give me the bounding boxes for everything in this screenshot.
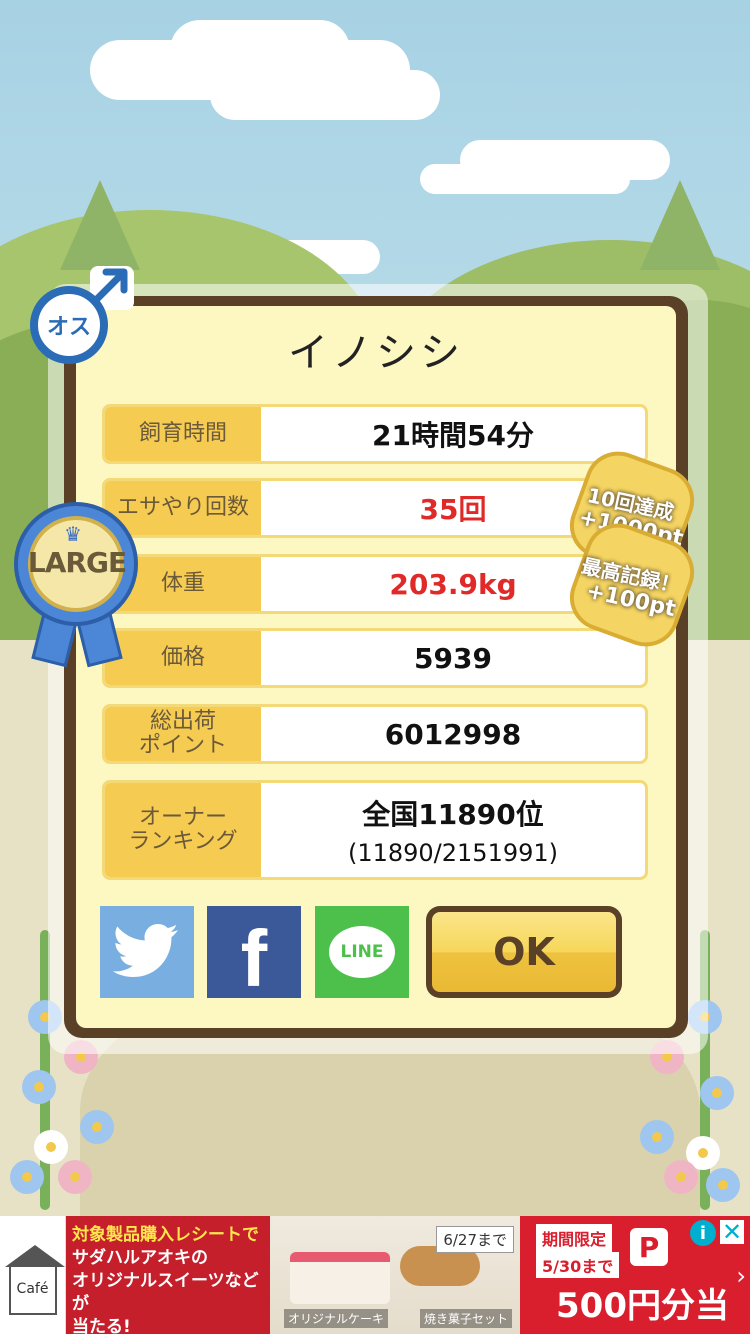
ad-product-photo: 6/27まで オリジナルケーキ 焼き菓子セット: [270, 1216, 520, 1334]
stat-row-total-points: 総出荷 ポイント 6012998: [102, 704, 648, 764]
flower: [22, 1070, 56, 1104]
cloud: [420, 164, 630, 194]
flower: [58, 1160, 92, 1194]
ad-limited-label: 期間限定: [536, 1224, 613, 1252]
flower: [10, 1160, 44, 1194]
twitter-bird-icon: [112, 924, 178, 977]
flower: [664, 1160, 698, 1194]
ad-deadline: 6/27まで: [436, 1226, 514, 1253]
size-badge-label: LARGE: [27, 546, 127, 579]
large-ribbon-badge: ♛ LARGE: [12, 498, 142, 668]
ad-date: 5/30まで: [536, 1252, 620, 1278]
ranking-text: 全国11890位: [362, 798, 544, 831]
ad-headline-line: オリジナルスイーツなどが: [72, 1270, 259, 1314]
facebook-share-button[interactable]: f: [207, 906, 301, 1003]
flower: [700, 1076, 734, 1110]
stat-row-breeding-time: 飼育時間 21時間54分: [102, 404, 648, 464]
stat-label: オーナー ランキング: [105, 783, 261, 877]
ad-brand-logo: Café: [0, 1216, 66, 1334]
flower: [80, 1110, 114, 1144]
flower: [640, 1120, 674, 1154]
bonus-seal-record: 最高記録！ +100pt: [560, 514, 704, 656]
stat-value: 21時間54分: [372, 419, 534, 452]
cake-image: [290, 1252, 390, 1304]
ad-caption: オリジナルケーキ: [284, 1309, 389, 1328]
ad-prize: 500円分当たる: [556, 1286, 729, 1326]
chevron-right-icon: ›: [736, 1262, 746, 1290]
stat-value: 6012998: [384, 717, 522, 751]
crown-icon: ♛: [64, 522, 82, 546]
ranking-value: 全国11890位 (11890/2151991): [261, 783, 645, 877]
ad-info-icon[interactable]: i: [690, 1220, 716, 1246]
house-icon: [4, 1245, 65, 1315]
twitter-share-button[interactable]: [100, 906, 194, 998]
flower: [706, 1168, 740, 1202]
ranking-detail: (11890/2151991): [347, 839, 559, 867]
line-icon: LINE: [329, 926, 395, 978]
ad-headline-line: 対象製品購入レシートで: [72, 1225, 259, 1245]
line-share-button[interactable]: LINE: [315, 906, 409, 998]
stat-row-price: 価格 5939: [102, 628, 648, 688]
ad-headline-line: 当たる!: [72, 1316, 131, 1334]
ad-headline: 対象製品購入レシートで サダハルアオキの オリジナルスイーツなどが 当たる!: [66, 1216, 270, 1334]
tree: [60, 180, 140, 270]
ok-label: OK: [432, 912, 616, 992]
stat-label: 飼育時間: [105, 407, 261, 461]
ad-banner[interactable]: Café 対象製品購入レシートで サダハルアオキの オリジナルスイーツなどが 当…: [0, 1216, 750, 1334]
animal-name: イノシシ: [288, 330, 464, 376]
cloud: [210, 70, 440, 120]
ok-button[interactable]: OK: [426, 906, 622, 998]
flower: [34, 1130, 68, 1164]
ad-headline-line: サダハルアオキの: [72, 1247, 208, 1268]
stat-label: 総出荷 ポイント: [105, 707, 261, 761]
facebook-icon: f: [240, 914, 268, 1003]
ad-caption: 焼き菓子セット: [420, 1309, 513, 1328]
stat-row-ranking: オーナー ランキング 全国11890位 (11890/2151991): [102, 780, 648, 880]
ad-close-icon[interactable]: ✕: [720, 1220, 744, 1244]
ad-promo: 期間限定 5/30まで P 500円分当たる i ✕ ›: [520, 1216, 750, 1334]
tree: [640, 180, 720, 270]
paypay-logo-icon: P: [630, 1228, 668, 1266]
